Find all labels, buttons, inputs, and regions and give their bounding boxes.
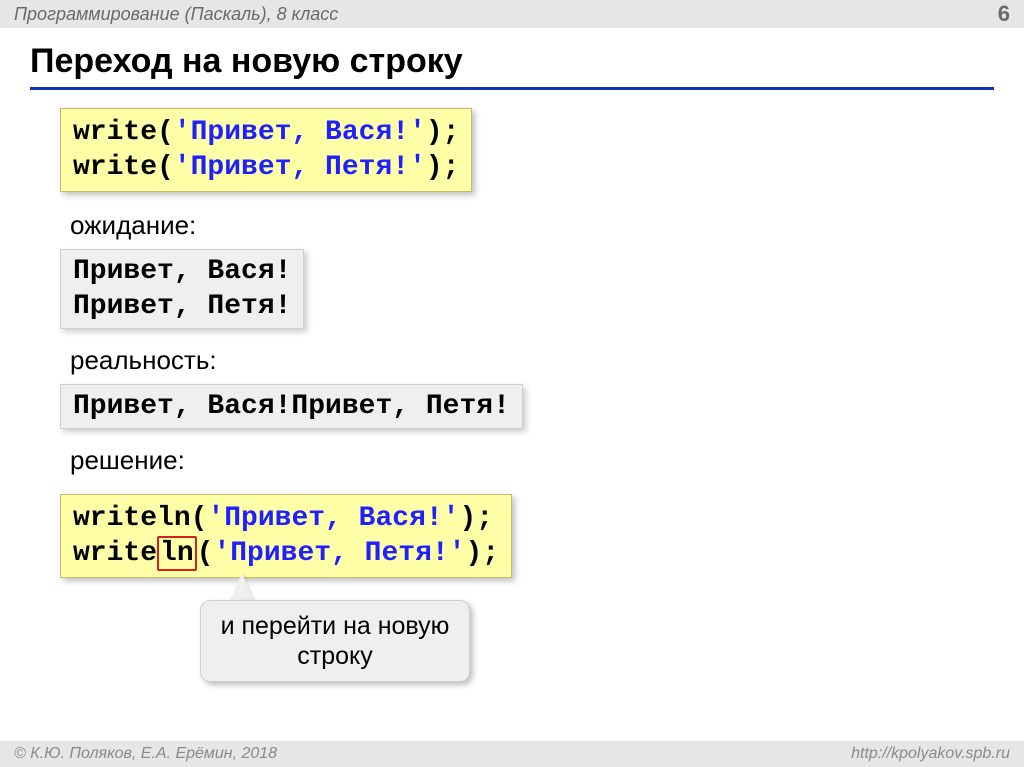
content-area: Переход на новую строку write('Привет, В… [0, 28, 1024, 588]
slide: Программирование (Паскаль), 8 класс 6 Пе… [0, 0, 1024, 767]
string-literal: 'Привет, Петя!' [213, 538, 465, 569]
paren-close: ); [465, 538, 499, 569]
output-line: Привет, Петя! [73, 289, 291, 324]
string-literal: 'Привет, Вася!' [174, 117, 426, 148]
paren-open: ( [157, 152, 174, 183]
paren-open: ( [157, 117, 174, 148]
keyword-write: write [73, 152, 157, 183]
paren-open: ( [191, 503, 208, 534]
paren-close: ); [459, 503, 493, 534]
paren-open: ( [197, 538, 214, 569]
keyword-write: write [73, 117, 157, 148]
header-bar: Программирование (Паскаль), 8 класс 6 [0, 0, 1024, 28]
course-title: Программирование (Паскаль), 8 класс [14, 4, 338, 24]
paren-close: ); [426, 117, 460, 148]
footer-copyright: © К.Ю. Поляков, Е.А. Ерёмин, 2018 [14, 745, 277, 762]
footer-bar: © К.Ю. Поляков, Е.А. Ерёмин, 2018 http:/… [0, 741, 1024, 767]
label-reality: реальность: [70, 345, 994, 376]
output-line: Привет, Вася! [73, 254, 291, 289]
keyword-write-prefix: write [73, 538, 157, 569]
string-literal: 'Привет, Петя!' [174, 152, 426, 183]
paren-close: ); [426, 152, 460, 183]
page-number: 6 [998, 0, 1010, 28]
code-line: writeln('Привет, Вася!'); [73, 501, 499, 536]
callout-box: и перейти на новую строку [200, 600, 470, 682]
slide-title: Переход на новую строку [30, 38, 994, 90]
string-literal: 'Привет, Вася!' [207, 503, 459, 534]
code-line: write('Привет, Вася!'); [73, 115, 459, 150]
keyword-writeln: writeln [73, 503, 191, 534]
code-line: writeln('Привет, Петя!'); [73, 536, 499, 571]
code-line: write('Привет, Петя!'); [73, 150, 459, 185]
code-block-write: write('Привет, Вася!'); write('Привет, П… [60, 108, 472, 192]
output-expected: Привет, Вася! Привет, Петя! [60, 249, 304, 329]
output-reality: Привет, Вася!Привет, Петя! [60, 384, 523, 429]
code-block-writeln: writeln('Привет, Вася!'); writeln('Приве… [60, 494, 512, 578]
footer-url: http://kpolyakov.spb.ru [851, 741, 1010, 767]
callout-pointer [230, 573, 254, 601]
label-solution: решение: [70, 445, 994, 476]
output-line: Привет, Вася!Привет, Петя! [73, 391, 510, 422]
keyword-ln-highlight: ln [157, 536, 197, 571]
label-expectation: ожидание: [70, 210, 994, 241]
